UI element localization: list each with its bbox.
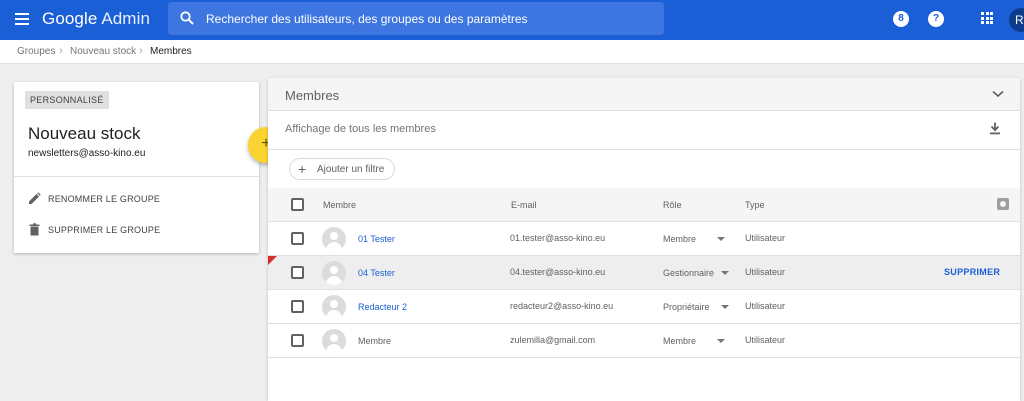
brand-admin: Admin (101, 9, 150, 28)
avatar (322, 227, 346, 251)
dropdown-caret-icon (721, 305, 729, 309)
role-value: Propriétaire (663, 302, 710, 312)
column-header-member[interactable]: Membre (323, 200, 356, 210)
divider (14, 176, 259, 177)
member-type: Utilisateur (745, 335, 786, 345)
member-name-link[interactable]: Redacteur 2 (358, 302, 407, 312)
search-box[interactable]: Rechercher des utilisateurs, des groupes… (168, 2, 664, 35)
dropdown-caret-icon (717, 339, 725, 343)
rename-group-label: RENOMMER LE GROUPE (48, 194, 161, 204)
dropdown-caret-icon (721, 271, 729, 275)
role-value: Membre (663, 336, 697, 346)
column-settings-icon[interactable] (997, 198, 1009, 210)
account-avatar[interactable]: R (1009, 8, 1024, 32)
role-dropdown[interactable]: Propriétaire (663, 302, 729, 312)
member-name-link[interactable]: 01 Tester (358, 234, 395, 244)
breadcrumb: Groupes › Nouveau stock › Membres (0, 40, 1024, 64)
brand-google: Google (42, 9, 98, 28)
trash-icon (29, 223, 40, 236)
member-type: Utilisateur (745, 267, 786, 277)
select-all-checkbox[interactable] (291, 198, 304, 211)
role-value: Gestionnaire (663, 268, 715, 278)
row-checkbox[interactable] (291, 232, 304, 245)
role-dropdown[interactable]: Membre (663, 234, 727, 244)
group-email: newsletters@asso-kino.eu (28, 148, 146, 159)
chevron-down-icon[interactable] (992, 90, 1004, 98)
member-email: zulemilla@gmail.com (510, 335, 596, 345)
column-header-email[interactable]: E-mail (511, 200, 537, 210)
panel-title: Membres (285, 88, 340, 103)
member-name: Membre (358, 336, 392, 346)
notifications-badge-icon[interactable]: 8 (893, 11, 909, 27)
apps-grid-icon[interactable] (981, 12, 993, 24)
members-panel: Membres Affichage de tous les membres + … (268, 78, 1020, 401)
table-row[interactable]: 01 Tester 01.tester@asso-kino.eu Membre … (268, 222, 1020, 256)
row-flag-marker (268, 256, 277, 265)
divider (268, 149, 1020, 150)
member-email: 04.tester@asso-kino.eu (510, 267, 606, 277)
group-type-chip: PERSONNALISÉ (25, 91, 109, 109)
avatar (322, 329, 346, 353)
table-row[interactable]: Membre zulemilla@gmail.com Membre Utilis… (268, 324, 1020, 358)
breadcrumb-groups[interactable]: Groupes (17, 46, 55, 57)
row-checkbox[interactable] (291, 334, 304, 347)
row-checkbox[interactable] (291, 266, 304, 279)
role-dropdown[interactable]: Membre (663, 336, 727, 346)
members-subtitle: Affichage de tous les membres (285, 123, 436, 135)
table-row[interactable]: 04 Tester 04.tester@asso-kino.eu Gestion… (268, 256, 1020, 290)
top-app-bar: Google Admin Rechercher des utilisateurs… (0, 0, 1024, 40)
role-value: Membre (663, 234, 697, 244)
group-name: Nouveau stock (28, 124, 141, 143)
table-header: Membre E-mail Rôle Type (268, 188, 1020, 222)
dropdown-caret-icon (717, 237, 725, 241)
app-logo[interactable]: Google Admin (42, 9, 150, 29)
hamburger-menu-icon[interactable] (15, 13, 29, 25)
plus-icon: + (298, 161, 307, 177)
column-header-role[interactable]: Rôle (663, 200, 682, 210)
member-name-link[interactable]: 04 Tester (358, 268, 395, 278)
column-header-type[interactable]: Type (745, 200, 765, 210)
group-info-card: PERSONNALISÉ Nouveau stock newsletters@a… (14, 82, 259, 253)
breadcrumb-group[interactable]: Nouveau stock (70, 46, 136, 57)
member-email: redacteur2@asso-kino.eu (510, 301, 614, 311)
add-filter-button[interactable]: + Ajouter un filtre (289, 158, 395, 180)
search-input[interactable]: Rechercher des utilisateurs, des groupes… (206, 12, 528, 26)
help-icon[interactable]: ? (928, 11, 944, 27)
table-row[interactable]: Redacteur 2 redacteur2@asso-kino.eu Prop… (268, 290, 1020, 324)
breadcrumb-chevron-icon: › (139, 45, 143, 57)
members-panel-header[interactable]: Membres (268, 78, 1020, 111)
add-filter-label: Ajouter un filtre (317, 164, 385, 175)
remove-member-button[interactable]: SUPPRIMER (944, 267, 1000, 277)
member-type: Utilisateur (745, 301, 786, 311)
role-dropdown[interactable]: Gestionnaire (663, 268, 729, 278)
breadcrumb-chevron-icon: › (59, 45, 63, 57)
pencil-icon (29, 192, 41, 204)
avatar (322, 261, 346, 285)
download-icon[interactable] (989, 122, 1001, 135)
search-icon (180, 11, 194, 25)
breadcrumb-current: Membres (150, 46, 192, 57)
avatar (322, 295, 346, 319)
row-checkbox[interactable] (291, 300, 304, 313)
member-type: Utilisateur (745, 233, 786, 243)
delete-group-label: SUPPRIMER LE GROUPE (48, 225, 161, 235)
member-email: 01.tester@asso-kino.eu (510, 233, 606, 243)
